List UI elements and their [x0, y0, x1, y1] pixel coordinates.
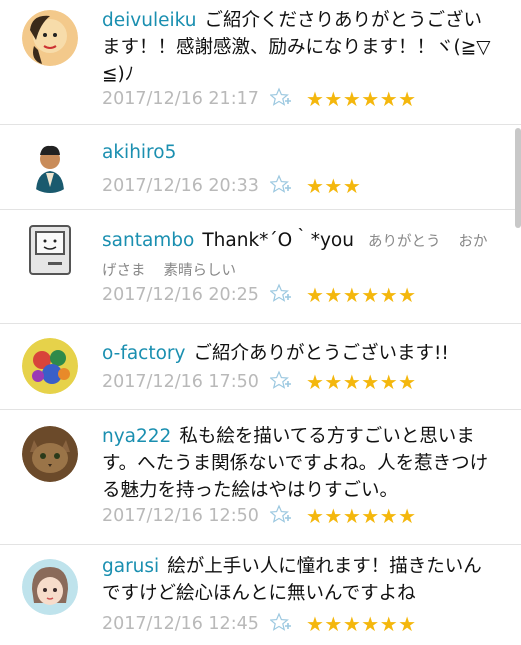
star-plus-icon[interactable] [269, 87, 306, 111]
username-link[interactable]: garusi [102, 556, 159, 577]
comment-text: Thank*´O｀*you [202, 230, 354, 251]
comment-text: ご紹介ありがとうございます!! [193, 343, 449, 364]
comment-body: nya222 私も絵を描いてる方すごいと思います。へたうま関係ないですよね。人を惹… [102, 423, 493, 504]
avatar[interactable] [22, 222, 78, 278]
comment-meta: 2017/12/16 12:50 ★★★★★★ [102, 503, 417, 529]
star-rating: ★★★★★★ [306, 612, 417, 636]
star-rating: ★★★★★★ [306, 370, 417, 394]
timestamp: 2017/12/16 12:50 [102, 506, 259, 526]
comment-body: santambo Thank*´O｀*you ありがとう おかげさま 素晴らしい [102, 227, 493, 285]
comment-meta: 2017/12/16 20:33 ★★★ [102, 173, 361, 199]
comment-body: o-factory ご紹介ありがとうございます!! [102, 340, 493, 367]
star-plus-icon[interactable] [269, 504, 306, 528]
star-plus-icon[interactable] [269, 612, 306, 636]
star-rating: ★★★ [306, 174, 362, 198]
comment-item: deivuleiku ご紹介くださりありがとうございます！！感謝感激、励みになりま… [0, 0, 521, 125]
comment-item: akihiro5 2017/12/16 20:33 ★★★ [0, 125, 521, 210]
timestamp: 2017/12/16 17:50 [102, 372, 259, 392]
star-plus-icon[interactable] [269, 174, 306, 198]
avatar[interactable] [22, 426, 78, 482]
comment-meta: 2017/12/16 21:17 ★★★★★★ [102, 86, 417, 112]
star-rating: ★★★★★★ [306, 283, 417, 307]
username-link[interactable]: akihiro5 [102, 142, 176, 163]
timestamp: 2017/12/16 12:45 [102, 614, 259, 634]
star-rating: ★★★★★★ [306, 87, 417, 111]
star-plus-icon[interactable] [269, 283, 306, 307]
comment-item: o-factory ご紹介ありがとうございます!! 2017/12/16 17:5… [0, 324, 521, 410]
star-plus-icon[interactable] [269, 370, 306, 394]
star-rating: ★★★★★★ [306, 504, 417, 528]
username-link[interactable]: santambo [102, 230, 194, 251]
comment-tag: ありがとう [367, 234, 441, 250]
comment-body: akihiro5 [102, 139, 493, 166]
comment-item: santambo Thank*´O｀*you ありがとう おかげさま 素晴らしい 201… [0, 210, 521, 324]
timestamp: 2017/12/16 20:25 [102, 285, 259, 305]
avatar[interactable] [22, 559, 78, 615]
avatar[interactable] [22, 338, 78, 394]
comment-item: garusi 絵が上手い人に憧れます！描きたいんですけど絵心ほんとに無いんですよね… [0, 545, 521, 645]
comment-meta: 2017/12/16 12:45 ★★★★★★ [102, 611, 417, 637]
comment-meta: 2017/12/16 17:50 ★★★★★★ [102, 369, 417, 395]
scrollbar[interactable] [515, 128, 521, 228]
avatar[interactable] [22, 10, 78, 66]
comment-body: garusi 絵が上手い人に憧れます！描きたいんですけど絵心ほんとに無いんですよね [102, 553, 493, 607]
comment-meta: 2017/12/16 20:25 ★★★★★★ [102, 282, 417, 308]
comment-tag: 素晴らしい [163, 263, 237, 279]
timestamp: 2017/12/16 20:33 [102, 176, 259, 196]
username-link[interactable]: deivuleiku [102, 10, 196, 31]
timestamp: 2017/12/16 21:17 [102, 89, 259, 109]
avatar[interactable] [22, 137, 78, 193]
username-link[interactable]: o-factory [102, 343, 186, 364]
comment-body: deivuleiku ご紹介くださりありがとうございます！！感謝感激、励みになりま… [102, 7, 493, 88]
comment-item: nya222 私も絵を描いてる方すごいと思います。へたうま関係ないですよね。人を惹… [0, 410, 521, 545]
username-link[interactable]: nya222 [102, 426, 171, 447]
